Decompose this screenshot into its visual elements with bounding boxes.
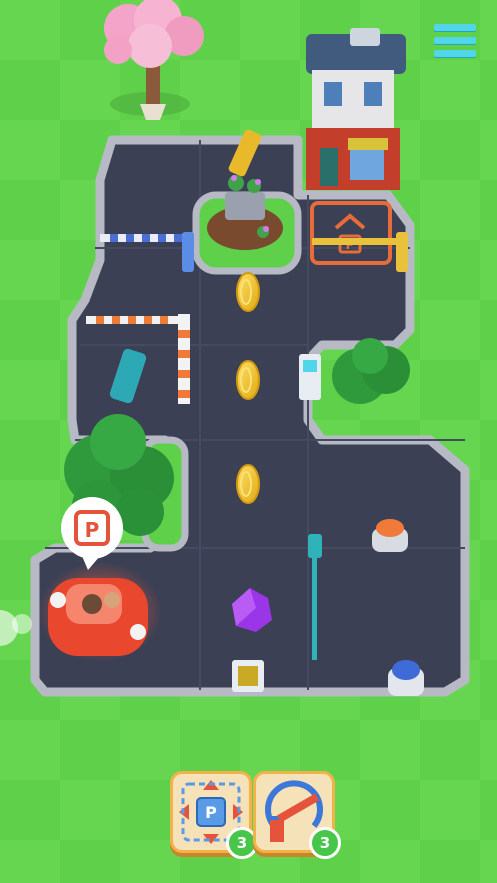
rotate-barrier-powerup-button[interactable]: 3	[253, 771, 341, 859]
powerup-parking-label: P	[205, 803, 217, 822]
parking-arrows-powerup-button[interactable]: P 3	[170, 771, 258, 859]
coin	[236, 464, 260, 504]
speech-bubble-label: P	[85, 518, 100, 542]
hamburger-menu-icon[interactable]	[430, 18, 480, 66]
menu-bar	[434, 37, 476, 44]
powerup-count: 3	[309, 827, 341, 859]
coin	[236, 272, 260, 312]
game-board: P	[0, 0, 497, 883]
menu-bar	[434, 24, 476, 31]
menu-bar	[434, 50, 476, 57]
yellow-block	[232, 660, 264, 692]
parking-meter	[299, 354, 321, 400]
shop-building	[306, 28, 406, 190]
coin	[236, 360, 260, 400]
